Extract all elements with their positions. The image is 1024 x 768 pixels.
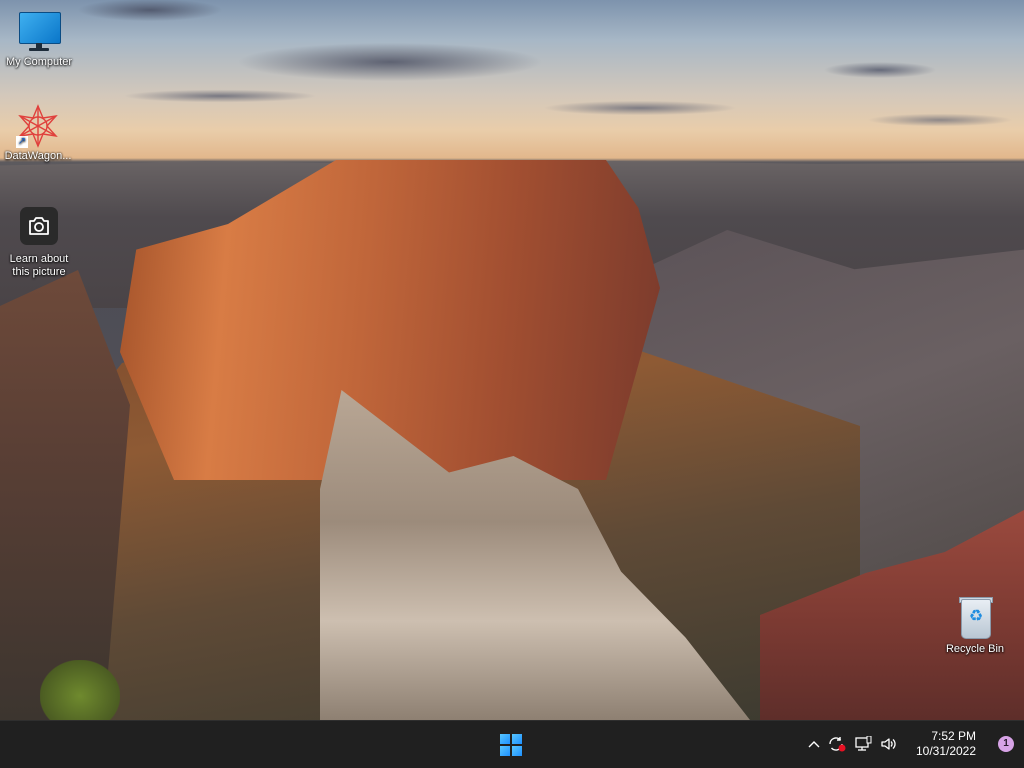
desktop-icon-label: DataWagon...	[4, 150, 72, 162]
desktop-wallpaper: My Computer ↗ DataWagon... Learn about t…	[0, 0, 1024, 720]
shortcut-arrow-icon: ↗	[16, 136, 28, 148]
datawagon-logo-icon: ↗	[16, 104, 60, 148]
desktop-icon-my-computer[interactable]: My Computer	[1, 10, 77, 69]
sync-error-icon[interactable]	[824, 721, 850, 767]
desktop-icon-recycle-bin[interactable]: ♻ Recycle Bin	[937, 597, 1013, 656]
desktop-icon-label: Learn about this picture	[9, 253, 69, 278]
notification-badge: 1	[998, 736, 1014, 752]
network-icon[interactable]	[850, 721, 876, 767]
clock-date: 10/31/2022	[915, 744, 977, 758]
notification-button[interactable]: 1	[992, 721, 1020, 767]
wallpaper-tree	[40, 660, 120, 720]
system-tray: 7:52 PM 10/31/2022 1	[804, 721, 1024, 767]
recycle-bin-icon: ♻	[953, 597, 997, 641]
desktop-icon-label: Recycle Bin	[945, 643, 1005, 655]
monitor-icon	[17, 10, 61, 54]
volume-icon[interactable]	[876, 721, 902, 767]
windows-logo-icon	[500, 734, 522, 756]
clock-button[interactable]: 7:52 PM 10/31/2022	[904, 721, 988, 767]
chevron-up-icon[interactable]	[804, 721, 824, 767]
desktop-icon-learn-about-picture[interactable]: Learn about this picture	[1, 204, 77, 279]
desktop-icon-label: My Computer	[5, 56, 73, 68]
clock-time: 7:52 PM	[931, 729, 977, 743]
camera-icon	[17, 207, 61, 251]
desktop-icon-datawagon[interactable]: ↗ DataWagon...	[0, 104, 76, 163]
start-button[interactable]	[496, 731, 526, 759]
taskbar: 7:52 PM 10/31/2022 1	[0, 720, 1024, 768]
